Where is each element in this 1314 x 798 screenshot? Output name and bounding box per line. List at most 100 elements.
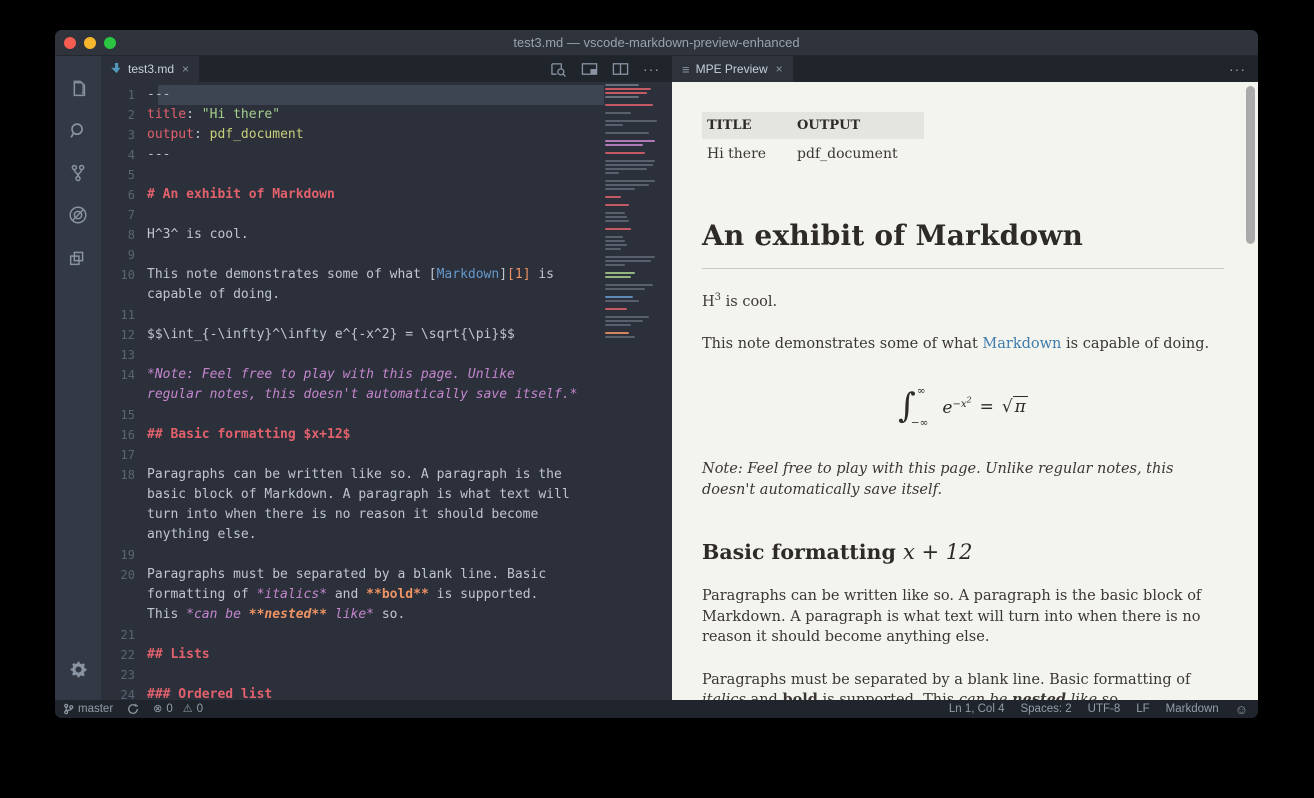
preview-group: ≡ MPE Preview × ··· TITLE xyxy=(672,56,1258,700)
code-line[interactable]: 16## Basic formatting $x+12$ xyxy=(101,425,672,445)
line-number: 18 xyxy=(101,465,147,485)
open-preview-icon[interactable] xyxy=(550,62,567,77)
code-text: *Note: Feel free to play with this page.… xyxy=(147,365,515,385)
code-text: capable of doing. xyxy=(147,285,280,305)
code-line[interactable]: turn into when there is no reason it sho… xyxy=(101,505,672,525)
split-editor-icon[interactable] xyxy=(612,62,629,76)
paragraph-basic: Paragraphs can be written like so. A par… xyxy=(702,586,1224,648)
code-text: basic block of Markdown. A paragraph is … xyxy=(147,485,570,505)
tab-mpe-preview[interactable]: ≡ MPE Preview × xyxy=(672,56,793,82)
paragraph-note: Note: Feel free to play with this page. … xyxy=(702,459,1224,500)
line-number xyxy=(101,525,147,545)
editor-pane[interactable]: 1---2title: "Hi there"3output: pdf_docum… xyxy=(101,82,672,700)
explorer-icon[interactable] xyxy=(55,68,101,110)
minimize-window-button[interactable] xyxy=(84,37,96,49)
code-line[interactable]: 7 xyxy=(101,205,672,225)
git-branch-status[interactable]: master xyxy=(63,703,113,715)
more-actions-icon[interactable]: ··· xyxy=(643,62,660,76)
code-line[interactable]: 14*Note: Feel free to play with this pag… xyxy=(101,365,672,385)
code-line[interactable]: 13 xyxy=(101,345,672,365)
code-line[interactable]: 21 xyxy=(101,625,672,645)
preview-actions: ··· xyxy=(1229,56,1258,82)
code-line[interactable]: 24### Ordered list xyxy=(101,685,672,700)
code-text: $$\int_{-\infty}^\infty e^{-x^2} = \sqrt… xyxy=(147,325,515,345)
status-bar-right: Ln 1, Col 4 Spaces: 2 UTF-8 LF Markdown … xyxy=(933,702,1248,717)
code-line[interactable]: 18Paragraphs can be written like so. A p… xyxy=(101,465,672,485)
open-changes-icon[interactable] xyxy=(581,62,598,76)
code-line[interactable]: 11 xyxy=(101,305,672,325)
warning-count: 0 xyxy=(197,703,203,715)
problems-status[interactable]: ⊗ 0 ⚠ 0 xyxy=(153,703,203,715)
tab-close-icon[interactable]: × xyxy=(182,62,189,76)
line-number: 6 xyxy=(101,185,147,205)
markdown-preview: TITLE OUTPUT Hi there pdf_document xyxy=(672,82,1258,700)
markdown-file-icon xyxy=(111,63,122,75)
editor-tab-bar: test3.md × xyxy=(101,56,672,82)
code-line[interactable]: formatting of *italics* and **bold** is … xyxy=(101,585,672,605)
preview-tab-bar: ≡ MPE Preview × ··· xyxy=(672,56,1258,82)
line-number: 8 xyxy=(101,225,147,245)
line-number: 24 xyxy=(101,685,147,700)
code-line[interactable]: 6# An exhibit of Markdown xyxy=(101,185,672,205)
preview-h2: Basic formatting x + 12 xyxy=(702,540,1224,564)
line-number: 10 xyxy=(101,265,147,285)
code-text: regular notes, this doesn't automaticall… xyxy=(147,385,577,405)
line-number: 20 xyxy=(101,565,147,585)
line-number: 4 xyxy=(101,145,147,165)
line-number: 11 xyxy=(101,305,147,325)
language-mode[interactable]: Markdown xyxy=(1166,703,1219,715)
line-number: 1 xyxy=(101,85,147,105)
code-line[interactable]: capable of doing. xyxy=(101,285,672,305)
code-line[interactable]: 9 xyxy=(101,245,672,265)
code-line[interactable]: 1--- xyxy=(101,85,672,105)
encoding[interactable]: UTF-8 xyxy=(1088,703,1121,715)
code-line[interactable]: basic block of Markdown. A paragraph is … xyxy=(101,485,672,505)
code-line[interactable]: 22## Lists xyxy=(101,645,672,665)
preview-content: TITLE OUTPUT Hi there pdf_document xyxy=(702,82,1224,700)
tab-test3-md[interactable]: test3.md × xyxy=(101,56,199,82)
minimap[interactable] xyxy=(603,84,661,700)
code-line[interactable]: 19 xyxy=(101,545,672,565)
table-header-output: OUTPUT xyxy=(792,112,924,139)
frontmatter-table: TITLE OUTPUT Hi there pdf_document xyxy=(702,112,924,169)
search-icon[interactable] xyxy=(55,110,101,152)
extensions-icon[interactable] xyxy=(55,236,101,278)
preview-tab-close-icon[interactable]: × xyxy=(776,62,783,76)
code-line[interactable]: anything else. xyxy=(101,525,672,545)
feedback-smiley-icon[interactable]: ☺ xyxy=(1235,702,1248,717)
line-number: 16 xyxy=(101,425,147,445)
preview-more-actions-icon[interactable]: ··· xyxy=(1229,62,1246,76)
code-line[interactable]: 23 xyxy=(101,665,672,685)
code-line[interactable]: 17 xyxy=(101,445,672,465)
code-line[interactable]: 12$$\int_{-\infty}^\infty e^{-x^2} = \sq… xyxy=(101,325,672,345)
debug-icon[interactable] xyxy=(55,194,101,236)
code-line[interactable]: 5 xyxy=(101,165,672,185)
code-line[interactable]: 3output: pdf_document xyxy=(101,125,672,145)
code-line[interactable]: regular notes, this doesn't automaticall… xyxy=(101,385,672,405)
code-line[interactable]: 8H^3^ is cool. xyxy=(101,225,672,245)
code-line[interactable]: 15 xyxy=(101,405,672,425)
preview-scrollbar[interactable] xyxy=(1246,86,1255,244)
math-block: ∫ ∞ −∞ e−x2 = √π xyxy=(702,381,1224,433)
indentation[interactable]: Spaces: 2 xyxy=(1020,703,1071,715)
markdown-link[interactable]: Markdown xyxy=(982,336,1061,352)
preview-tab-label: MPE Preview xyxy=(696,62,768,76)
settings-gear-icon[interactable] xyxy=(55,648,101,690)
sync-status[interactable] xyxy=(127,703,139,715)
code-line[interactable]: 4--- xyxy=(101,145,672,165)
cursor-position[interactable]: Ln 1, Col 4 xyxy=(949,703,1005,715)
line-number: 21 xyxy=(101,625,147,645)
code-line[interactable]: 10This note demonstrates some of what [M… xyxy=(101,265,672,285)
zoom-window-button[interactable] xyxy=(104,37,116,49)
git-branch-icon xyxy=(63,703,74,715)
code-line[interactable]: 2title: "Hi there" xyxy=(101,105,672,125)
paragraph-h3-cool: H3 is cool. xyxy=(702,291,1224,312)
code-text: output: pdf_document xyxy=(147,125,304,145)
code-line[interactable]: This *can be **nested** like* so. xyxy=(101,605,672,625)
code-line[interactable]: 20Paragraphs must be separated by a blan… xyxy=(101,565,672,585)
source-control-icon[interactable] xyxy=(55,152,101,194)
status-bar: master ⊗ 0 ⚠ 0 Ln 1, Col 4 Spaces: 2 UTF… xyxy=(55,700,1258,718)
code-text: ## Basic formatting $x+12$ xyxy=(147,425,351,445)
close-window-button[interactable] xyxy=(64,37,76,49)
eol-sequence[interactable]: LF xyxy=(1136,703,1149,715)
